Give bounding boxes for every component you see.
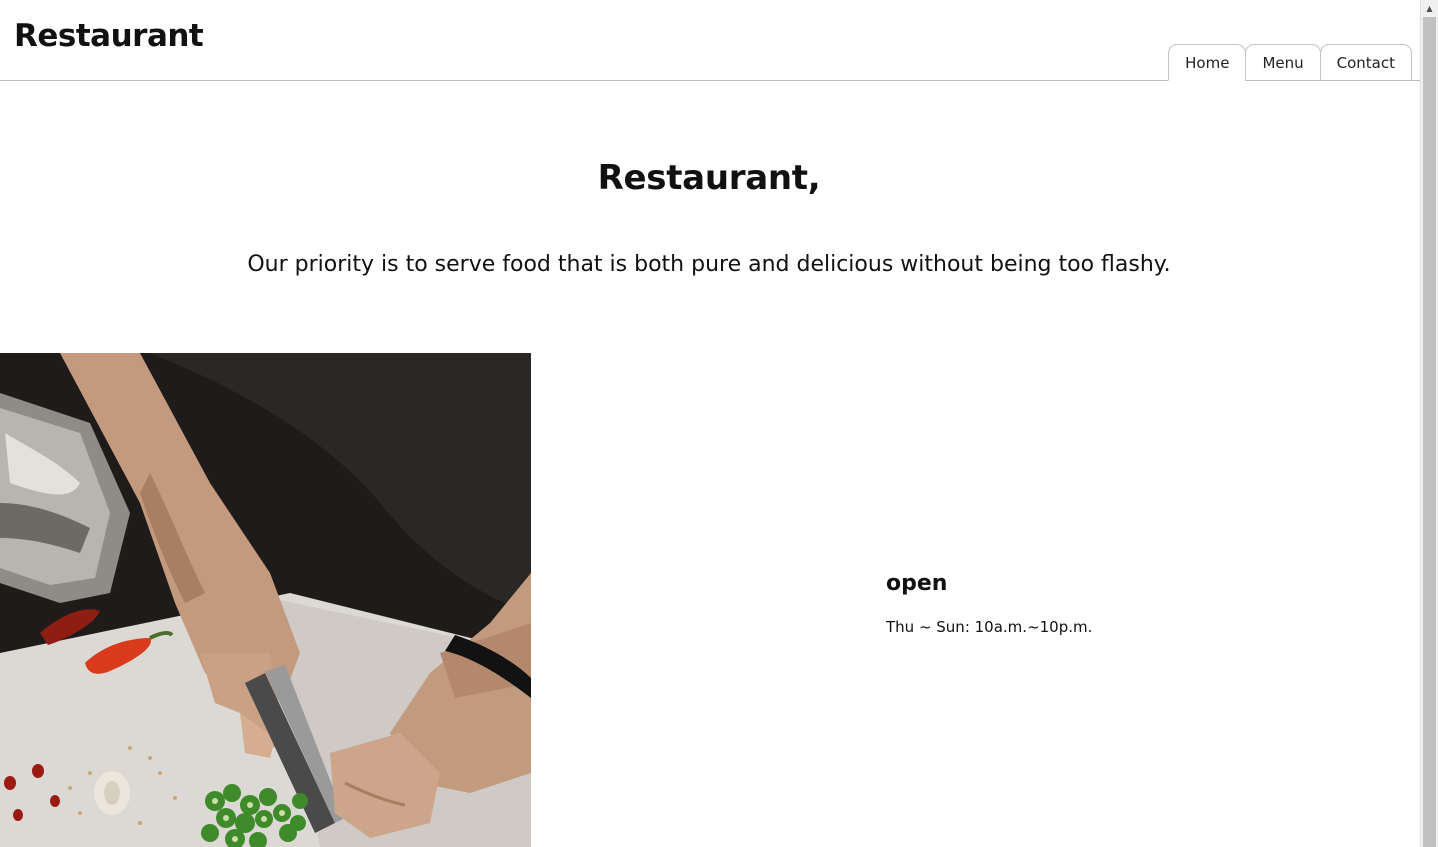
chef-cutting-vegetables-photo [0,353,531,847]
browser-viewport: Restaurant Home Menu Contact Restaurant,… [0,0,1438,847]
hero-text: Our priority is to serve food that is bo… [247,252,1171,277]
nav-tab-menu[interactable]: Menu [1245,44,1321,81]
triangle-up-icon[interactable]: ▲ [1421,0,1438,17]
page: Restaurant Home Menu Contact Restaurant,… [0,0,1420,847]
scrollbar-thumb[interactable] [1423,17,1436,847]
nav-tab-home[interactable]: Home [1168,44,1247,81]
photo-illustration [0,353,531,847]
nav-tab-contact[interactable]: Contact [1319,44,1412,81]
site-logo[interactable]: Restaurant [14,18,204,54]
hero-title: Restaurant, [597,158,821,198]
vertical-scrollbar[interactable]: ▲ [1420,0,1438,847]
opening-hours-heading: open [886,571,948,596]
opening-hours-text: Thu ~ Sun: 10a.m.~10p.m. [886,618,1093,636]
nav-tabs: Home Menu Contact [1168,44,1412,81]
site-header: Restaurant Home Menu Contact [0,0,1420,81]
